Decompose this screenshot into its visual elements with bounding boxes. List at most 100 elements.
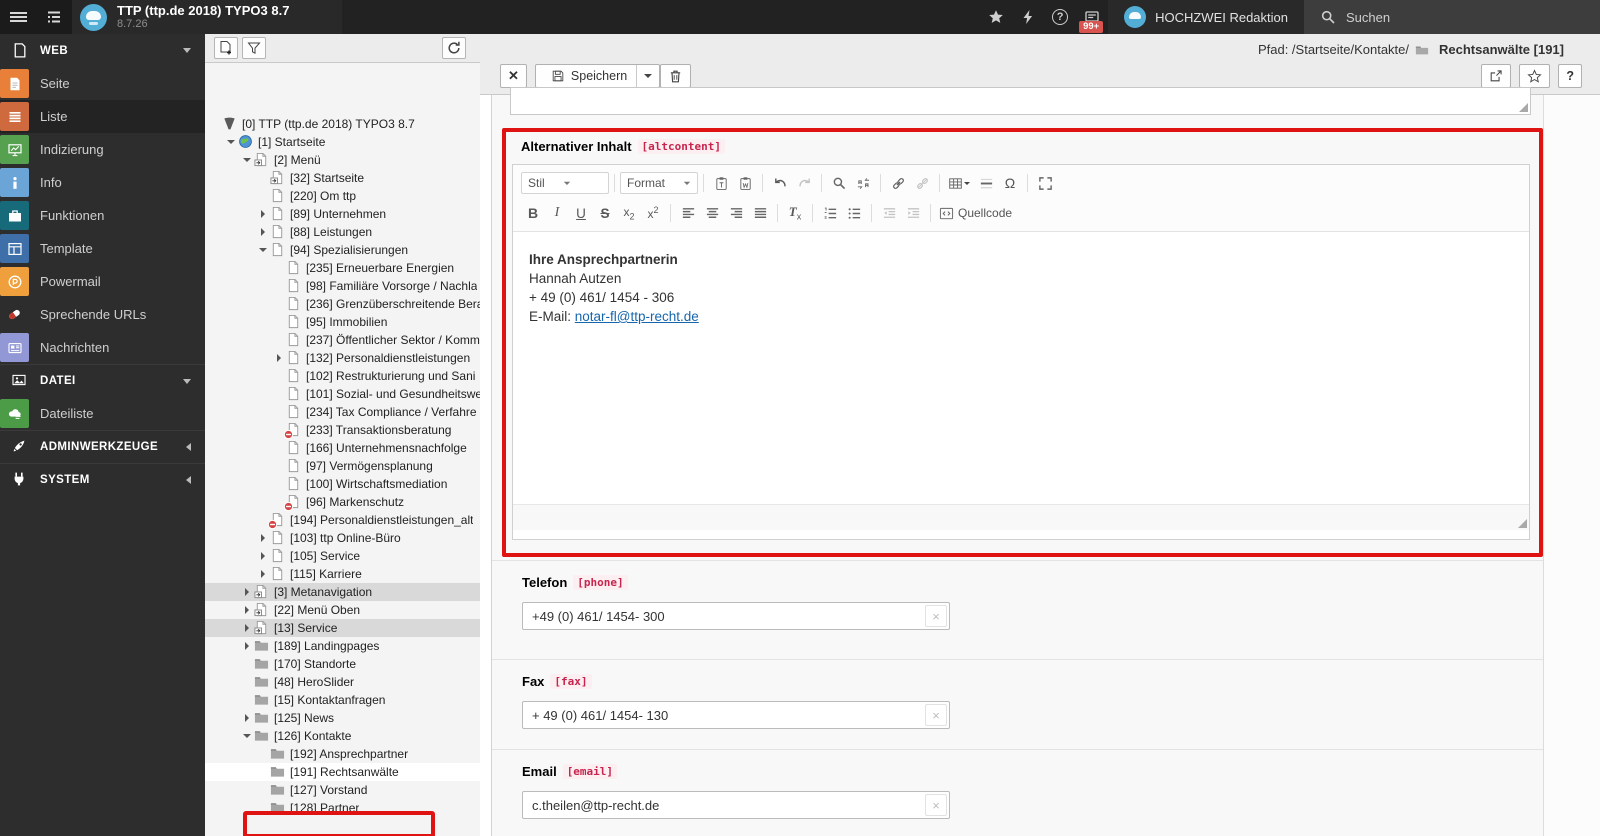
tree-node[interactable]: [189] Landingpages [205,637,480,655]
save-split-button[interactable]: Speichern [535,64,660,88]
tree-node[interactable]: [95] Immobilien [205,313,480,331]
align-center-icon[interactable] [700,201,724,225]
italic-icon[interactable]: I [545,201,569,225]
tree-node[interactable]: [191] Rechtsanwälte [205,763,480,781]
sidebar-item-seite[interactable]: Seite [0,67,205,100]
styles-select[interactable]: Stil [521,172,609,194]
tree-node[interactable]: [233] Transaktionsberatung [205,421,480,439]
tree-node[interactable]: [15] Kontaktanfragen [205,691,480,709]
fax-input[interactable]: + 49 (0) 461/ 1454- 130× [522,701,950,729]
tree-node[interactable]: [194] Personaldienstleistungen_alt [205,511,480,529]
tree-toggle-icon[interactable] [243,714,252,723]
filter-button[interactable] [242,37,266,59]
paste-word-icon[interactable] [733,171,757,195]
telefon-input[interactable]: +49 (0) 461/ 1454- 300× [522,602,950,630]
sidebar-item-sprechende-urls[interactable]: Sprechende URLs [0,298,205,331]
strike-icon[interactable]: S [593,201,617,225]
ordered-list-icon[interactable] [818,201,842,225]
pagetree-toggle-icon[interactable] [36,0,72,34]
tree-node[interactable]: [32] Startseite [205,169,480,187]
sidebar-item-info[interactable]: Info [0,166,205,199]
tree-node[interactable]: [132] Personaldienstleistungen [205,349,480,367]
tree-node[interactable]: [96] Markenschutz [205,493,480,511]
sidebar-item-nachrichten[interactable]: Nachrichten [0,331,205,364]
sidebar-item-dateiliste[interactable]: Dateiliste [0,397,205,430]
docheader-help-button[interactable]: ? [1558,64,1582,88]
tree-node[interactable]: [103] ttp Online-Büro [205,529,480,547]
clear-input-icon[interactable]: × [925,794,947,816]
tree-toggle-icon[interactable] [259,552,268,561]
clear-cache-icon[interactable] [1012,0,1044,34]
tree-node[interactable]: [128] Partner [205,799,480,817]
align-justify-icon[interactable] [748,201,772,225]
remove-format-icon[interactable]: Tx [783,201,807,225]
tree-toggle-icon[interactable] [259,228,268,237]
new-page-button[interactable] [214,37,238,59]
tree-toggle-icon[interactable] [243,624,252,633]
sidebar-item-template[interactable]: Template [0,232,205,265]
save-options-caret[interactable] [637,65,659,87]
tree-node[interactable]: [105] Service [205,547,480,565]
delete-button[interactable] [660,64,691,88]
tree-node[interactable]: [101] Sozial- und Gesundheitswe [205,385,480,403]
tree-node[interactable]: [3] Metanavigation [205,583,480,601]
maximize-icon[interactable] [1033,171,1057,195]
refresh-tree-button[interactable] [442,37,466,59]
tree-node[interactable]: [98] Familiäre Vorsorge / Nachla [205,277,480,295]
special-character-icon[interactable]: Ω [998,171,1022,195]
tree-node[interactable]: [127] Vorstand [205,781,480,799]
find-icon[interactable] [827,171,851,195]
tree-node[interactable]: [88] Leistungen [205,223,480,241]
textarea-partial[interactable] [510,87,1531,115]
bold-icon[interactable]: B [521,201,545,225]
clear-input-icon[interactable]: × [925,704,947,726]
sidebar-section-datei[interactable]: DATEI [0,364,205,397]
tree-toggle-icon[interactable] [259,210,268,219]
align-left-icon[interactable] [676,201,700,225]
email-input[interactable]: c.theilen@ttp-recht.de× [522,791,950,819]
tree-toggle-icon[interactable] [259,246,268,255]
tree-node[interactable]: [1] Startseite [205,133,480,151]
system-information-icon[interactable]: 99+ [1076,0,1108,34]
sidebar-section-web[interactable]: WEB [0,34,205,67]
tree-node[interactable]: [220] Om ttp [205,187,480,205]
tree-toggle-icon[interactable] [259,570,268,579]
tree-node[interactable]: [125] News [205,709,480,727]
tree-node[interactable]: [100] Wirtschaftsmediation [205,475,480,493]
tree-node[interactable]: [89] Unternehmen [205,205,480,223]
sidebar-section-adminwerkzeuge[interactable]: ADMINWERKZEUGE [0,430,205,463]
global-search[interactable]: Suchen [1304,0,1600,34]
horizontal-line-icon[interactable] [974,171,998,195]
tree-node[interactable]: [22] Menü Oben [205,601,480,619]
tree-node[interactable]: [234] Tax Compliance / Verfahre [205,403,480,421]
tree-node[interactable]: [94] Spezialisierungen [205,241,480,259]
menu-toggle-icon[interactable] [0,0,36,34]
tree-toggle-icon[interactable] [243,642,252,651]
breadcrumb-current[interactable]: Rechtsanwälte [191] [1439,42,1564,57]
tree-toggle-icon[interactable] [243,588,252,597]
bookmark-page-button[interactable] [1519,64,1550,88]
site-identity[interactable]: TTP (ttp.de 2018) TYPO3 8.7 8.7.26 [72,0,342,34]
tree-toggle-icon[interactable] [259,534,268,543]
content-scroll-gutter[interactable] [1543,95,1600,836]
tree-toggle-icon[interactable] [227,138,236,147]
undo-icon[interactable] [768,171,792,195]
format-select[interactable]: Format [620,172,698,194]
tree-node[interactable]: [237] Öffentlicher Sektor / Komm [205,331,480,349]
tree-toggle-icon[interactable] [243,606,252,615]
paste-text-icon[interactable] [709,171,733,195]
tree-node[interactable]: [102] Restrukturierung und Sani [205,367,480,385]
pagetree-scroll-gutter[interactable] [480,63,492,836]
tree-node[interactable]: [48] HeroSlider [205,673,480,691]
rte-content[interactable]: Ihre Ansprechpartnerin Hannah Autzen + 4… [513,232,1529,504]
tree-node[interactable]: [0] TTP (ttp.de 2018) TYPO3 8.7 [205,115,480,133]
table-icon[interactable] [945,171,974,195]
tree-node[interactable]: [192] Ansprechpartner [205,745,480,763]
user-menu[interactable]: HOCHZWEI Redaktion [1108,0,1304,34]
bullet-list-icon[interactable] [842,201,866,225]
tree-node[interactable]: [170] Standorte [205,655,480,673]
tree-node[interactable]: [235] Erneuerbare Energien [205,259,480,277]
replace-icon[interactable] [851,171,875,195]
source-button[interactable]: Quellcode [936,201,1015,225]
underline-icon[interactable]: U [569,201,593,225]
